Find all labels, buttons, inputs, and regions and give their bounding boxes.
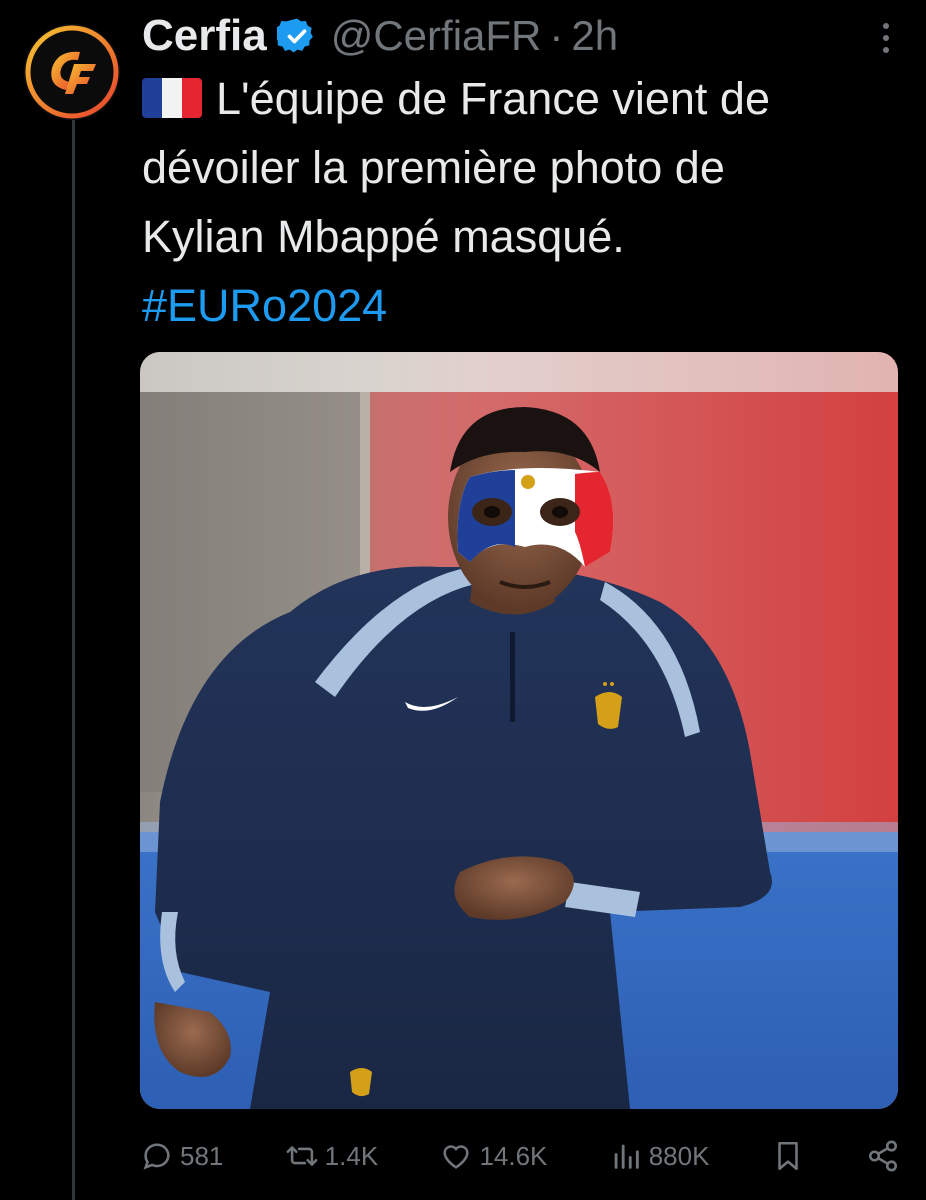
- tweet-text-line-3: Kylian Mbappé masqué.: [142, 211, 625, 262]
- repost-count: 1.4K: [324, 1140, 379, 1171]
- france-flag-icon: [142, 78, 202, 118]
- thread-line: [72, 118, 75, 1200]
- display-name[interactable]: Cerfia: [142, 11, 267, 61]
- bookmark-button[interactable]: [771, 1139, 805, 1173]
- tweet-text-line-2: dévoiler la première photo de: [142, 142, 725, 193]
- tweet-media-image[interactable]: [140, 352, 898, 1109]
- tweet-actions-bar: 581 1.4K 14.6K 880K: [140, 1132, 900, 1180]
- like-button[interactable]: 14.6K: [439, 1139, 547, 1173]
- views-button[interactable]: 880K: [609, 1139, 710, 1173]
- separator-dot: ·: [549, 12, 564, 59]
- reply-button[interactable]: 581: [140, 1139, 223, 1173]
- views-count: 880K: [648, 1140, 710, 1171]
- tweet-text-line-1-text: L'équipe de France vient de: [216, 73, 770, 124]
- reply-icon: [143, 1143, 170, 1170]
- timestamp[interactable]: 2h: [571, 12, 618, 60]
- mbappe-masked-photo: [140, 352, 898, 1109]
- handle[interactable]: @CerfiaFR: [331, 12, 542, 60]
- repost-button[interactable]: 1.4K: [285, 1139, 379, 1173]
- bookmark-icon: [777, 1141, 798, 1171]
- share-icon: [868, 1140, 898, 1172]
- repost-icon: [286, 1146, 318, 1166]
- more-options-icon[interactable]: [880, 20, 892, 56]
- hashtag-link[interactable]: #EURo2024: [142, 271, 902, 340]
- cerfia-logo-icon: [25, 25, 119, 119]
- views-chart-icon: [614, 1144, 639, 1169]
- avatar[interactable]: [24, 24, 120, 120]
- verified-badge-icon: [274, 16, 317, 56]
- like-count: 14.6K: [479, 1140, 548, 1171]
- tweet-header: Cerfia @CerfiaFR · 2h: [142, 8, 618, 64]
- heart-icon: [443, 1145, 470, 1169]
- tweet-text-line-1: L'équipe de France vient de: [142, 64, 902, 133]
- tweet-text: L'équipe de France vient de dévoiler la …: [142, 64, 902, 340]
- reply-count: 581: [180, 1140, 224, 1171]
- share-button[interactable]: [866, 1139, 900, 1173]
